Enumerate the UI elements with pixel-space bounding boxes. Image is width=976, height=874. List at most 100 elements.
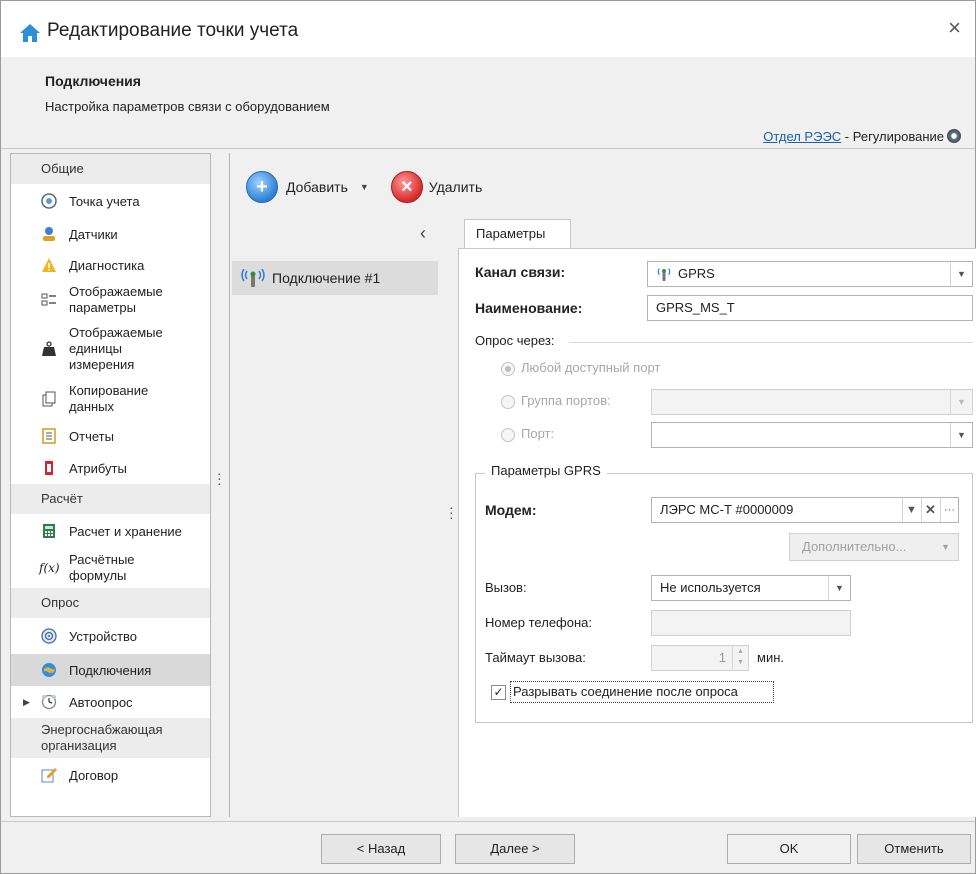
nav-item-connections[interactable]: Подключения xyxy=(11,654,210,686)
delete-button[interactable]: Удалить xyxy=(429,179,482,195)
list-splitter-handle[interactable]: · · · xyxy=(449,500,454,524)
connection-label: Подключение #1 xyxy=(272,270,381,286)
chevron-down-icon: ▼ xyxy=(941,542,950,552)
modem-value: ЛЭРС МС-Т #0000009 xyxy=(660,502,794,517)
channel-label: Канал связи: xyxy=(475,264,566,280)
phone-field[interactable] xyxy=(651,610,851,636)
clear-icon[interactable]: ✕ xyxy=(921,498,939,522)
main-content: + Добавить ▼ × Удалить ‹ Подключение #1 … xyxy=(229,153,976,817)
nav-item-label: Датчики xyxy=(69,226,118,242)
name-field[interactable]: GPRS_MS_T xyxy=(647,295,973,321)
copy-icon xyxy=(42,391,56,407)
port-select[interactable]: ▼ xyxy=(651,422,973,448)
department-info: Отдел РЭЭС - Регулирование xyxy=(763,129,961,144)
nav-item-meter-point[interactable]: Точка учета xyxy=(11,184,210,218)
nav-splitter-handle[interactable]: · · · xyxy=(217,466,222,490)
dialog-window: Редактирование точки учета × Подключения… xyxy=(0,0,976,874)
nav-item-autopoll[interactable]: ▶ Автоопрос xyxy=(11,686,210,718)
meter-point-icon xyxy=(41,193,57,209)
toolbar: + Добавить ▼ × Удалить xyxy=(246,165,482,209)
timeout-stepper[interactable]: 1 ▲ ▼ xyxy=(651,645,749,671)
formula-icon: f(x) xyxy=(39,561,60,575)
radio-port-label: Порт: xyxy=(521,426,555,441)
radio-any-port[interactable] xyxy=(501,362,515,376)
close-button[interactable]: × xyxy=(948,17,961,39)
nav-group-polling: Опрос xyxy=(11,588,210,618)
delete-icon[interactable]: × xyxy=(390,171,423,203)
nav-item-calc-storage[interactable]: Расчет и хранение xyxy=(11,514,210,548)
department-link[interactable]: Отдел РЭЭС xyxy=(763,129,841,144)
ok-button[interactable]: OK xyxy=(727,834,851,864)
section-divider xyxy=(569,342,973,343)
nav-item-attributes[interactable]: Атрибуты xyxy=(11,452,210,484)
chevron-down-icon[interactable]: ▼ xyxy=(950,390,972,414)
collapse-list-chevron-icon[interactable]: ‹ xyxy=(420,223,426,244)
nav-item-displayed-units[interactable]: Отображаемые единицы измерения xyxy=(11,320,210,378)
page-subtitle: Настройка параметров связи с оборудовани… xyxy=(45,99,330,114)
globe-icon xyxy=(42,663,56,677)
antenna-icon xyxy=(241,269,265,287)
nav-item-contract[interactable]: Договор xyxy=(11,758,210,792)
next-button[interactable]: Далее > xyxy=(455,834,575,864)
gprs-group-title: Параметры GPRS xyxy=(485,463,607,478)
parameters-list-icon xyxy=(41,293,56,306)
chevron-down-icon[interactable]: ▼ xyxy=(902,498,920,522)
chevron-down-icon[interactable]: ▼ xyxy=(360,182,369,192)
channel-value: GPRS xyxy=(678,266,715,281)
back-button[interactable]: < Назад xyxy=(321,834,441,864)
stepper-arrows-icon[interactable]: ▲ ▼ xyxy=(732,646,748,670)
antenna-icon xyxy=(657,268,671,281)
nav-item-device[interactable]: Устройство xyxy=(11,618,210,654)
connection-list: Подключение #1 xyxy=(232,261,438,295)
tab-parameters[interactable]: Параметры xyxy=(464,219,571,249)
add-button[interactable]: Добавить xyxy=(286,179,348,195)
contract-icon xyxy=(41,768,57,783)
chevron-down-icon[interactable]: ▼ xyxy=(828,576,850,600)
timeout-label: Таймаут вызова: xyxy=(485,650,586,665)
nav-item-label: Расчет и хранение xyxy=(69,523,182,539)
nav-item-label: Расчётные формулы xyxy=(69,552,135,583)
timeout-value: 1 xyxy=(718,650,726,665)
add-icon[interactable]: + xyxy=(246,171,278,203)
nav-item-sensors[interactable]: Датчики xyxy=(11,218,210,250)
dialog-footer: < Назад Далее > OK Отменить xyxy=(1,821,975,873)
weight-icon xyxy=(42,341,56,356)
settings-gear-icon[interactable] xyxy=(947,129,961,143)
chevron-down-icon[interactable]: ▼ xyxy=(950,262,972,286)
additional-button[interactable]: Дополнительно... ▼ xyxy=(789,533,959,561)
home-icon xyxy=(20,24,40,42)
phone-label: Номер телефона: xyxy=(485,615,592,630)
more-options-icon[interactable]: ··· xyxy=(940,498,958,522)
disconnect-label[interactable]: Разрывать соединение после опроса xyxy=(513,684,738,699)
expand-arrow-icon[interactable]: ▶ xyxy=(23,697,30,708)
radio-port-group-label: Группа портов: xyxy=(521,393,611,408)
nav-group-general: Общие xyxy=(11,154,210,184)
call-value: Не используется xyxy=(660,580,761,595)
nav-item-formulas[interactable]: f(x) Расчётные формулы xyxy=(11,548,210,588)
name-label: Наименование: xyxy=(475,300,583,316)
chevron-down-icon[interactable]: ▼ xyxy=(950,423,972,447)
device-icon xyxy=(41,628,57,644)
report-icon xyxy=(42,428,56,444)
nav-item-displayed-parameters[interactable]: Отображаемые параметры xyxy=(11,280,210,320)
radio-port-group[interactable] xyxy=(501,395,515,409)
nav-item-label: Отчеты xyxy=(69,428,114,444)
poll-via-label: Опрос через: xyxy=(475,333,555,348)
nav-item-diagnostics[interactable]: Диагностика xyxy=(11,250,210,280)
port-group-select[interactable]: ▼ xyxy=(651,389,973,415)
radio-port[interactable] xyxy=(501,428,515,442)
tab-content: Канал связи: GPRS ▼ Наименование: GPRS_M… xyxy=(458,248,976,817)
list-item[interactable]: Подключение #1 xyxy=(232,261,438,295)
cancel-button[interactable]: Отменить xyxy=(857,834,971,864)
channel-select[interactable]: GPRS ▼ xyxy=(647,261,973,287)
nav-item-label: Точка учета xyxy=(69,193,140,209)
nav-group-calculation: Расчёт xyxy=(11,484,210,514)
disconnect-checkbox[interactable]: ✓ xyxy=(491,685,506,700)
settings-navigation: Общие Точка учета Датчики Диагностика От… xyxy=(10,153,211,817)
nav-item-copy-data[interactable]: Копирование данных xyxy=(11,378,210,420)
nav-item-reports[interactable]: Отчеты xyxy=(11,420,210,452)
call-select[interactable]: Не используется ▼ xyxy=(651,575,851,601)
nav-item-label: Диагностика xyxy=(69,257,145,273)
modem-select[interactable]: ЛЭРС МС-Т #0000009 ▼ ✕ ··· xyxy=(651,497,959,523)
nav-item-label: Автоопрос xyxy=(69,694,133,710)
